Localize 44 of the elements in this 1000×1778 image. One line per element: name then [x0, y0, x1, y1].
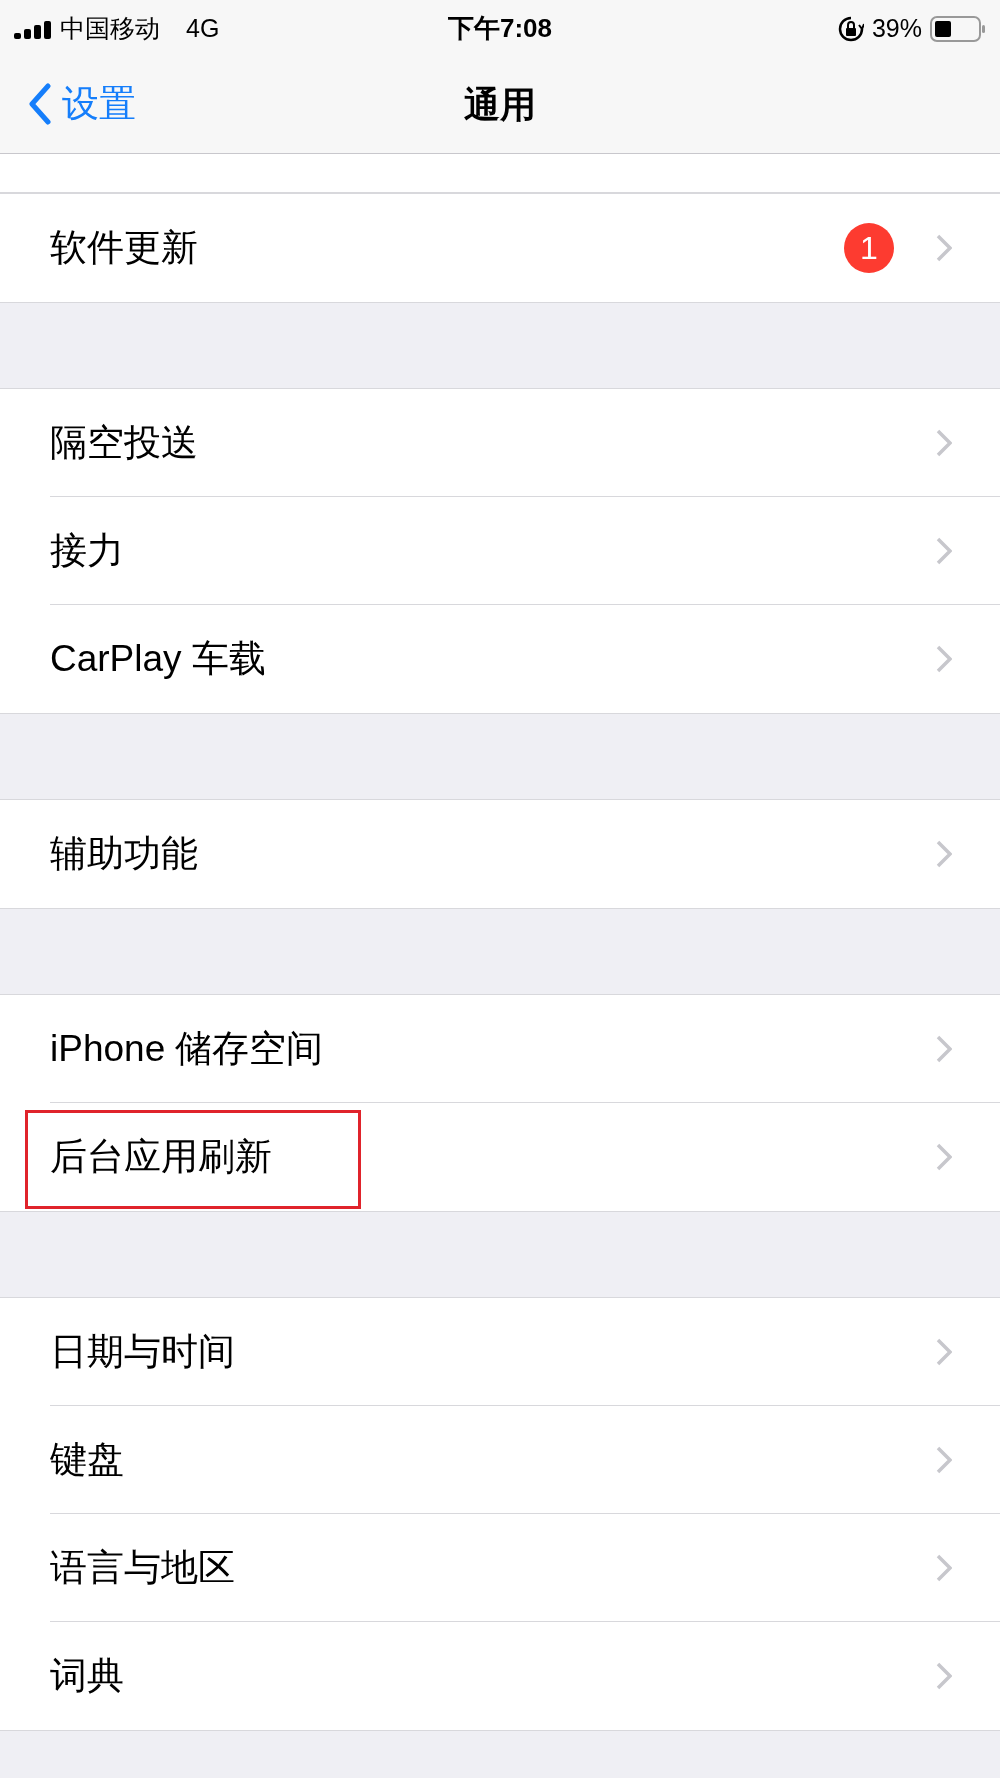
chevron-icon	[936, 1035, 952, 1063]
settings-row[interactable]: 语言与地区	[0, 1514, 1000, 1622]
settings-row[interactable]: 后台应用刷新	[0, 1103, 1000, 1211]
chevron-icon	[936, 1338, 952, 1366]
settings-row[interactable]: 隔空投送	[0, 389, 1000, 497]
settings-row[interactable]: 软件更新 1	[0, 194, 1000, 302]
chevron-icon	[936, 234, 952, 262]
network-type: 4G	[186, 14, 220, 43]
rotation-lock-icon	[837, 15, 864, 42]
carrier-name: 中国移动	[60, 13, 160, 44]
row-label: 后台应用刷新	[50, 1135, 273, 1179]
settings-row[interactable]: iPhone 储存空间	[0, 995, 1000, 1103]
settings-row[interactable]: 词典	[0, 1622, 1000, 1730]
chevron-icon	[936, 645, 952, 673]
row-label: 键盘	[50, 1438, 125, 1482]
row-label: 软件更新	[50, 226, 199, 270]
back-chevron-icon	[28, 83, 52, 125]
settings-row[interactable]: 日期与时间	[0, 1298, 1000, 1406]
chevron-icon	[936, 1554, 952, 1582]
row-label: CarPlay 车载	[50, 637, 267, 681]
row-label: 接力	[50, 529, 125, 573]
chevron-icon	[936, 1143, 952, 1171]
chevron-icon	[936, 429, 952, 457]
row-label: 词典	[50, 1654, 125, 1698]
row-label: 日期与时间	[50, 1330, 236, 1374]
back-button[interactable]: 设置	[28, 79, 136, 129]
update-badge: 1	[844, 223, 894, 273]
battery-icon	[930, 15, 986, 42]
signal-icon	[14, 18, 52, 39]
battery-percent: 39%	[871, 14, 922, 43]
chevron-icon	[936, 840, 952, 868]
row-label: 隔空投送	[50, 421, 199, 465]
nav-title: 通用	[464, 82, 536, 127]
chevron-icon	[936, 537, 952, 565]
settings-row[interactable]: 辅助功能	[0, 800, 1000, 908]
chevron-icon	[936, 1662, 952, 1690]
chevron-icon	[936, 1446, 952, 1474]
settings-row[interactable]: 键盘	[0, 1406, 1000, 1514]
status-time: 下午7:08	[448, 12, 553, 45]
row-label: iPhone 储存空间	[50, 1027, 325, 1071]
row-label: 辅助功能	[50, 832, 199, 876]
settings-row[interactable]: 接力	[0, 497, 1000, 605]
settings-row[interactable]: CarPlay 车载	[0, 605, 1000, 713]
row-label: 语言与地区	[50, 1546, 236, 1590]
